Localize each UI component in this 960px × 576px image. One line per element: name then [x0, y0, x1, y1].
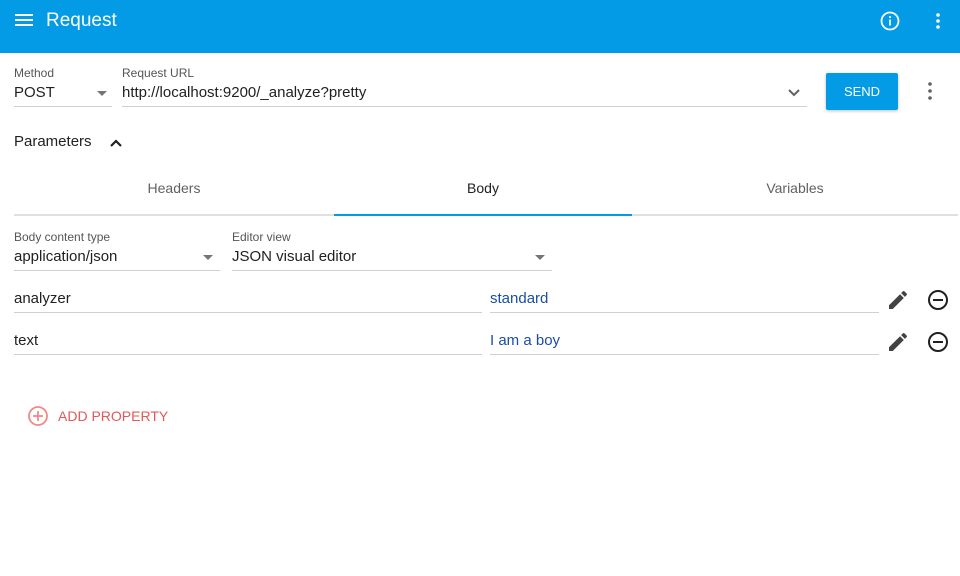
- method-value[interactable]: POST: [14, 84, 55, 101]
- add-circle-icon[interactable]: [27, 405, 49, 427]
- editor-view-value[interactable]: JSON visual editor: [232, 248, 356, 265]
- property-name-input[interactable]: text: [14, 332, 38, 349]
- property-value-underline: [490, 354, 879, 355]
- info-icon[interactable]: [880, 11, 900, 31]
- editor-view-underline: [232, 270, 552, 271]
- content-type-value[interactable]: application/json: [14, 248, 117, 265]
- method-label: Method: [14, 66, 55, 80]
- app-bar: Request: [0, 0, 960, 53]
- parameters-toggle[interactable]: Parameters: [14, 133, 122, 155]
- property-name-underline: [14, 354, 482, 355]
- tab-headers[interactable]: Headers: [14, 180, 334, 214]
- url-label: Request URL: [122, 66, 195, 80]
- dropdown-arrow-icon[interactable]: [535, 255, 545, 260]
- request-options-icon[interactable]: [920, 80, 940, 102]
- url-underline: [122, 106, 807, 107]
- property-name-underline: [14, 312, 482, 313]
- property-value-underline: [490, 312, 879, 313]
- url-value[interactable]: http://localhost:9200/_analyze?pretty: [122, 84, 366, 101]
- dropdown-arrow-icon[interactable]: [97, 91, 107, 96]
- url-history-chevron-icon[interactable]: [786, 86, 802, 100]
- chevron-up-icon[interactable]: [108, 136, 124, 150]
- add-property-label: ADD PROPERTY: [58, 408, 169, 424]
- edit-icon[interactable]: [886, 288, 910, 312]
- remove-circle-icon[interactable]: [926, 288, 950, 312]
- tab-variables-label: Variables: [766, 180, 824, 196]
- method-underline: [14, 106, 112, 107]
- tab-body[interactable]: Body: [334, 180, 632, 214]
- content-type-underline: [14, 270, 220, 271]
- menu-icon[interactable]: [15, 14, 37, 30]
- content-type-label: Body content type: [14, 230, 111, 244]
- property-value-input[interactable]: I am a boy: [490, 332, 560, 349]
- page-title: Request: [46, 10, 117, 31]
- active-tab-indicator: [334, 214, 632, 216]
- dropdown-arrow-icon[interactable]: [203, 255, 213, 260]
- remove-circle-icon[interactable]: [926, 330, 950, 354]
- tab-body-label: Body: [467, 180, 499, 196]
- tab-variables[interactable]: Variables: [632, 180, 958, 214]
- more-vert-icon[interactable]: [928, 11, 948, 31]
- editor-view-label: Editor view: [232, 230, 291, 244]
- edit-icon[interactable]: [886, 330, 910, 354]
- parameters-label: Parameters: [14, 133, 92, 150]
- property-value-input[interactable]: standard: [490, 290, 548, 307]
- tab-headers-label: Headers: [147, 180, 201, 196]
- property-name-input[interactable]: analyzer: [14, 290, 71, 307]
- send-button[interactable]: SEND: [826, 73, 898, 110]
